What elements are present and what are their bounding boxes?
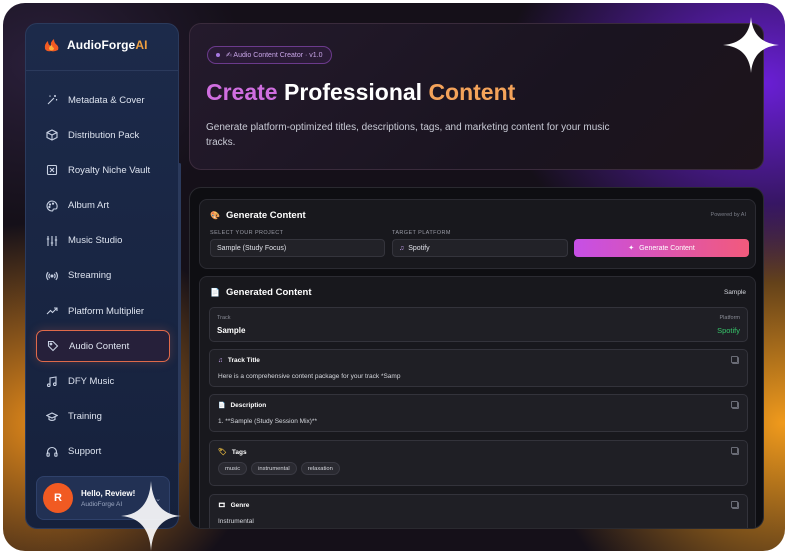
sidebar-item-label: Training xyxy=(68,411,102,423)
sparkles-icon: ✦ xyxy=(628,245,635,252)
sidebar-item-platform-multiplier[interactable]: Platform Multiplier xyxy=(36,295,170,327)
sidebar-item-label: Platform Multiplier xyxy=(68,305,145,317)
section-title: Tags xyxy=(231,448,247,456)
broadcast-icon xyxy=(46,270,58,282)
description-text: 1. **Sample (Study Session Mix)** xyxy=(218,418,317,425)
generated-content-card: 📄 Generated Content Sample Track Sample … xyxy=(199,276,756,528)
sidebar-item-support[interactable]: Support xyxy=(36,436,170,468)
document-icon: 📄 xyxy=(210,288,220,297)
section-title: Track Title xyxy=(227,357,260,364)
sidebar-item-label: Royalty Niche Vault xyxy=(68,164,151,176)
tag-icon xyxy=(47,340,59,352)
sidebar-item-streaming[interactable]: Streaming xyxy=(36,260,170,292)
logo[interactable]: AudioForgeAI xyxy=(42,37,148,53)
badge-text: ✍ Audio Content Creator · v1.0 xyxy=(226,52,323,59)
hero-card: ✍ Audio Content Creator · v1.0 Create Pr… xyxy=(189,23,764,170)
page-description: Generate platform-optimized titles, desc… xyxy=(206,122,610,148)
project-select[interactable]: Sample (Study Focus) xyxy=(210,239,385,257)
sparkle-icon xyxy=(723,17,779,73)
title-word-create: Create xyxy=(206,79,278,105)
track-title-section: ♫ Track Title Here is a comprehensive con… xyxy=(209,349,748,387)
sparkle-icon xyxy=(121,481,181,551)
track-summary: Track Sample Platform Spotify xyxy=(209,307,748,342)
music-note-icon xyxy=(46,375,58,388)
tag-chip[interactable]: relaxation xyxy=(300,462,340,475)
copy-icon[interactable] xyxy=(732,502,739,509)
track-label: Track xyxy=(217,315,231,321)
copy-icon[interactable] xyxy=(732,448,739,455)
badge-dot-icon xyxy=(216,53,220,57)
description-section: 📄 Description 1. **Sample (Study Session … xyxy=(209,394,748,432)
genre-text: Instrumental xyxy=(218,518,254,525)
brand-name: AudioForge xyxy=(67,38,136,52)
music-note-icon: ♫ xyxy=(399,244,405,252)
project-label: SELECT YOUR PROJECT xyxy=(210,230,284,236)
graduation-cap-icon xyxy=(46,411,58,423)
tag-chip[interactable]: instrumental xyxy=(251,462,297,475)
sidebar-item-label: Distribution Pack xyxy=(68,129,140,141)
music-note-icon: ♫ xyxy=(218,357,223,364)
sidebar-item-label: Streaming xyxy=(68,270,112,282)
platform-value: Spotify xyxy=(717,326,740,335)
generate-content-button[interactable]: ✦ Generate Content xyxy=(574,239,749,257)
palette-emoji-icon: 🎨 xyxy=(210,211,220,220)
track-title-text: Here is a comprehensive content package … xyxy=(218,373,401,380)
main-panel: 🎨 Generate Content Powered by AI SELECT … xyxy=(189,187,764,529)
sidebar-scrollbar[interactable] xyxy=(178,163,181,463)
logo-flame-icon xyxy=(42,37,62,53)
title-word-content: Content xyxy=(428,79,516,105)
sidebar-item-label: Metadata & Cover xyxy=(68,94,145,106)
platform-label: TARGET PLATFORM xyxy=(392,230,451,236)
sidebar-item-label: Support xyxy=(68,446,102,458)
sidebar-divider xyxy=(26,70,178,71)
sidebar: AudioForgeAI Metadata & Cover Distributi… xyxy=(25,23,179,529)
sidebar-item-label: Music Studio xyxy=(68,235,123,247)
sidebar-item-label: Audio Content xyxy=(69,340,130,352)
palette-icon xyxy=(46,200,58,212)
tags-section: 🏷 Tags music instrumental relaxation xyxy=(209,440,748,486)
sidebar-item-training[interactable]: Training xyxy=(36,401,170,433)
sidebar-item-album-art[interactable]: Album Art xyxy=(36,190,170,222)
genre-section: 🎞 Genre Instrumental xyxy=(209,494,748,528)
platform-select[interactable]: ♫ Spotify xyxy=(392,239,568,257)
brand-suffix: AI xyxy=(135,38,148,52)
tag-icon: 🏷 xyxy=(218,449,227,456)
tag-chip[interactable]: music xyxy=(218,462,248,475)
document-icon: 📄 xyxy=(218,403,226,409)
sidebar-item-distribution-pack[interactable]: Distribution Pack xyxy=(36,119,170,151)
copy-icon[interactable] xyxy=(732,357,739,364)
sidebar-item-label: DFY Music xyxy=(68,376,115,387)
powered-by-label: Powered by AI xyxy=(710,212,746,218)
copy-icon[interactable] xyxy=(732,402,739,409)
section-title: Genre xyxy=(230,502,250,509)
sidebar-item-metadata-cover[interactable]: Metadata & Cover xyxy=(36,84,170,116)
sidebar-item-dfy-music[interactable]: DFY Music xyxy=(36,366,170,398)
generated-content-title: Generated Content xyxy=(225,287,312,298)
app-frame: AudioForgeAI Metadata & Cover Distributi… xyxy=(3,3,785,551)
sidebar-item-audio-content[interactable]: Audio Content xyxy=(36,330,170,363)
vault-icon xyxy=(46,164,58,176)
film-icon: 🎞 xyxy=(218,503,226,509)
avatar: R xyxy=(43,483,73,513)
version-badge: ✍ Audio Content Creator · v1.0 xyxy=(207,46,332,64)
wand-icon xyxy=(46,94,58,106)
sidebar-item-music-studio[interactable]: Music Studio xyxy=(36,225,170,257)
tag-list: music instrumental relaxation xyxy=(218,462,340,475)
sidebar-item-label: Album Art xyxy=(68,200,110,212)
platform-label: Platform xyxy=(719,315,740,321)
generate-card-title: Generate Content xyxy=(225,210,306,221)
project-tag: Sample xyxy=(723,289,746,296)
title-word-professional: Professional xyxy=(284,79,423,105)
headphones-icon xyxy=(46,446,58,458)
sidebar-item-royalty-niche-vault[interactable]: Royalty Niche Vault xyxy=(36,154,170,186)
section-title: Description xyxy=(230,402,267,409)
track-value: Sample xyxy=(217,326,246,335)
sliders-icon xyxy=(46,235,58,247)
package-icon xyxy=(46,129,58,141)
generate-card: 🎨 Generate Content Powered by AI SELECT … xyxy=(199,199,756,269)
page-title: Create Professional Content xyxy=(206,79,515,106)
trend-icon xyxy=(46,305,58,317)
sidebar-nav: Metadata & Cover Distribution Pack Royal… xyxy=(36,84,170,471)
